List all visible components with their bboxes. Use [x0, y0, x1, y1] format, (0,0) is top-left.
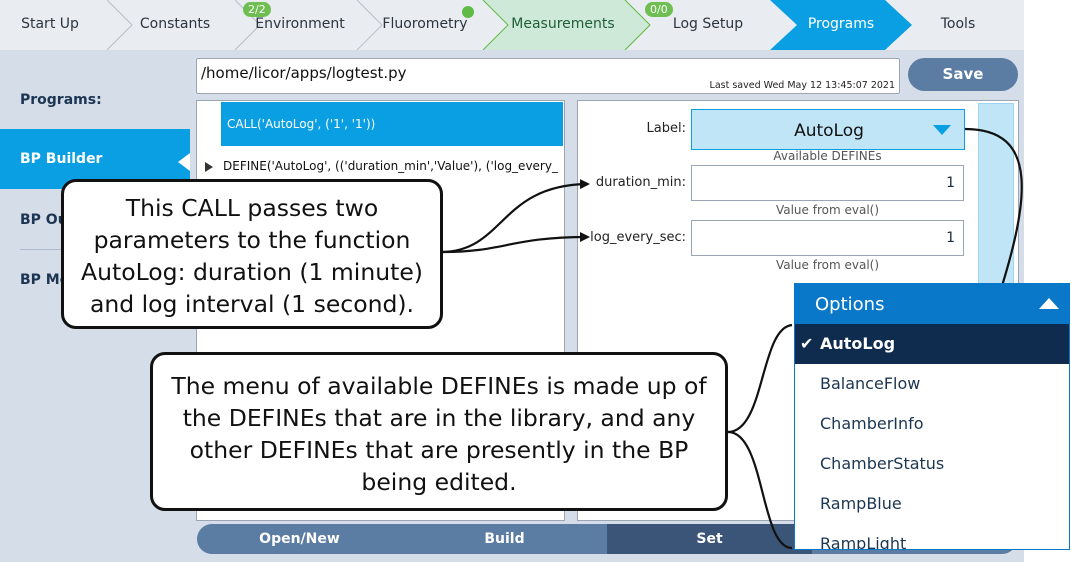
last-saved-status: Last saved Wed May 12 13:45:07 2021 [709, 80, 895, 91]
param-log-every-input[interactable]: 1 [691, 220, 964, 256]
callout-line: the DEFINEs that are in the library, and… [182, 404, 696, 432]
tab-constants[interactable]: Constants [140, 16, 210, 32]
option-autolog[interactable]: ✔ AutoLog [795, 324, 1069, 364]
param-log-every-label: log_every_sec: [590, 230, 686, 245]
option-rampblue[interactable]: RampBlue [795, 484, 1069, 524]
callout-call-explanation: This CALL passes two parameters to the f… [61, 179, 443, 329]
sidebar-heading-programs: Programs: [20, 92, 102, 108]
tab-log-setup[interactable]: Log Setup [673, 16, 743, 32]
label-dropdown[interactable]: AutoLog [691, 109, 965, 150]
option-label: AutoLog [820, 334, 896, 353]
define-line[interactable]: DEFINE('AutoLog', (('duration_min','Valu… [205, 159, 563, 179]
expand-triangle-icon[interactable] [205, 161, 213, 172]
callout-line: being edited. [361, 468, 517, 496]
checkmark-icon: ✔ [800, 334, 814, 353]
param-duration-input[interactable]: 1 [691, 165, 964, 201]
tab-programs[interactable]: Programs [808, 16, 874, 32]
option-balanceflow[interactable]: BalanceFlow [795, 364, 1069, 404]
caret-down-icon [933, 125, 951, 135]
callout-line: The menu of available DEFINEs is made up… [171, 372, 707, 400]
callout-line: and log interval (1 second). [89, 290, 415, 318]
label-hint: Available DEFINEs [773, 149, 882, 163]
open-new-button[interactable]: Open/New [197, 524, 402, 554]
callout-line: This CALL passes two [125, 194, 379, 222]
option-label: RampLight [820, 534, 907, 550]
top-navigation: Start Up Constants Environment 2/2 Fluor… [0, 0, 1024, 50]
param-duration-hint: Value from eval() [775, 203, 880, 217]
option-chamberinfo[interactable]: ChamberInfo [795, 404, 1069, 444]
label-dropdown-value: AutoLog [794, 121, 864, 141]
callout-line: AutoLog: duration (1 minute) [81, 258, 423, 286]
log-setup-badge: 0/0 [645, 2, 673, 17]
define-line-text: DEFINE('AutoLog', (('duration_min','Valu… [223, 159, 558, 173]
label-field-label: Label: [646, 121, 686, 136]
options-header[interactable]: Options [795, 284, 1069, 324]
param-duration-label: duration_min: [595, 175, 686, 190]
tab-tools[interactable]: Tools [941, 16, 976, 32]
option-label: BalanceFlow [820, 374, 921, 393]
active-item-pointer [178, 153, 190, 171]
option-ramplight[interactable]: RampLight [795, 524, 1069, 550]
param-log-every-hint: Value from eval() [775, 258, 880, 272]
call-line-selected[interactable]: CALL('AutoLog', ('1', '1')) [221, 102, 563, 146]
file-path-field[interactable]: /home/licor/apps/logtest.py Last saved W… [196, 58, 900, 94]
fluorometry-status-dot [462, 6, 474, 18]
caret-up-icon [1039, 298, 1059, 309]
options-dropdown[interactable]: Options ✔ AutoLog BalanceFlow ChamberInfo… [794, 283, 1070, 550]
callout-menu-explanation: The menu of available DEFINEs is made up… [150, 352, 728, 511]
callout-line: other DEFINEs that are presently in the … [189, 436, 689, 464]
option-label: ChamberInfo [820, 414, 924, 433]
option-label: ChamberStatus [820, 454, 945, 473]
options-title: Options [815, 294, 885, 315]
environment-badge: 2/2 [243, 2, 271, 17]
tab-start-up[interactable]: Start Up [21, 16, 79, 32]
tab-fluorometry[interactable]: Fluorometry [382, 16, 467, 32]
option-label: RampBlue [820, 494, 902, 513]
set-button[interactable]: Set [607, 524, 812, 554]
build-button[interactable]: Build [402, 524, 607, 554]
callout-line: parameters to the function [93, 226, 411, 254]
tab-measurements[interactable]: Measurements [511, 16, 614, 32]
tab-environment[interactable]: Environment [255, 16, 344, 32]
file-path-text: /home/licor/apps/logtest.py [201, 64, 407, 82]
save-button[interactable]: Save [908, 58, 1018, 91]
option-chamberstatus[interactable]: ChamberStatus [795, 444, 1069, 484]
